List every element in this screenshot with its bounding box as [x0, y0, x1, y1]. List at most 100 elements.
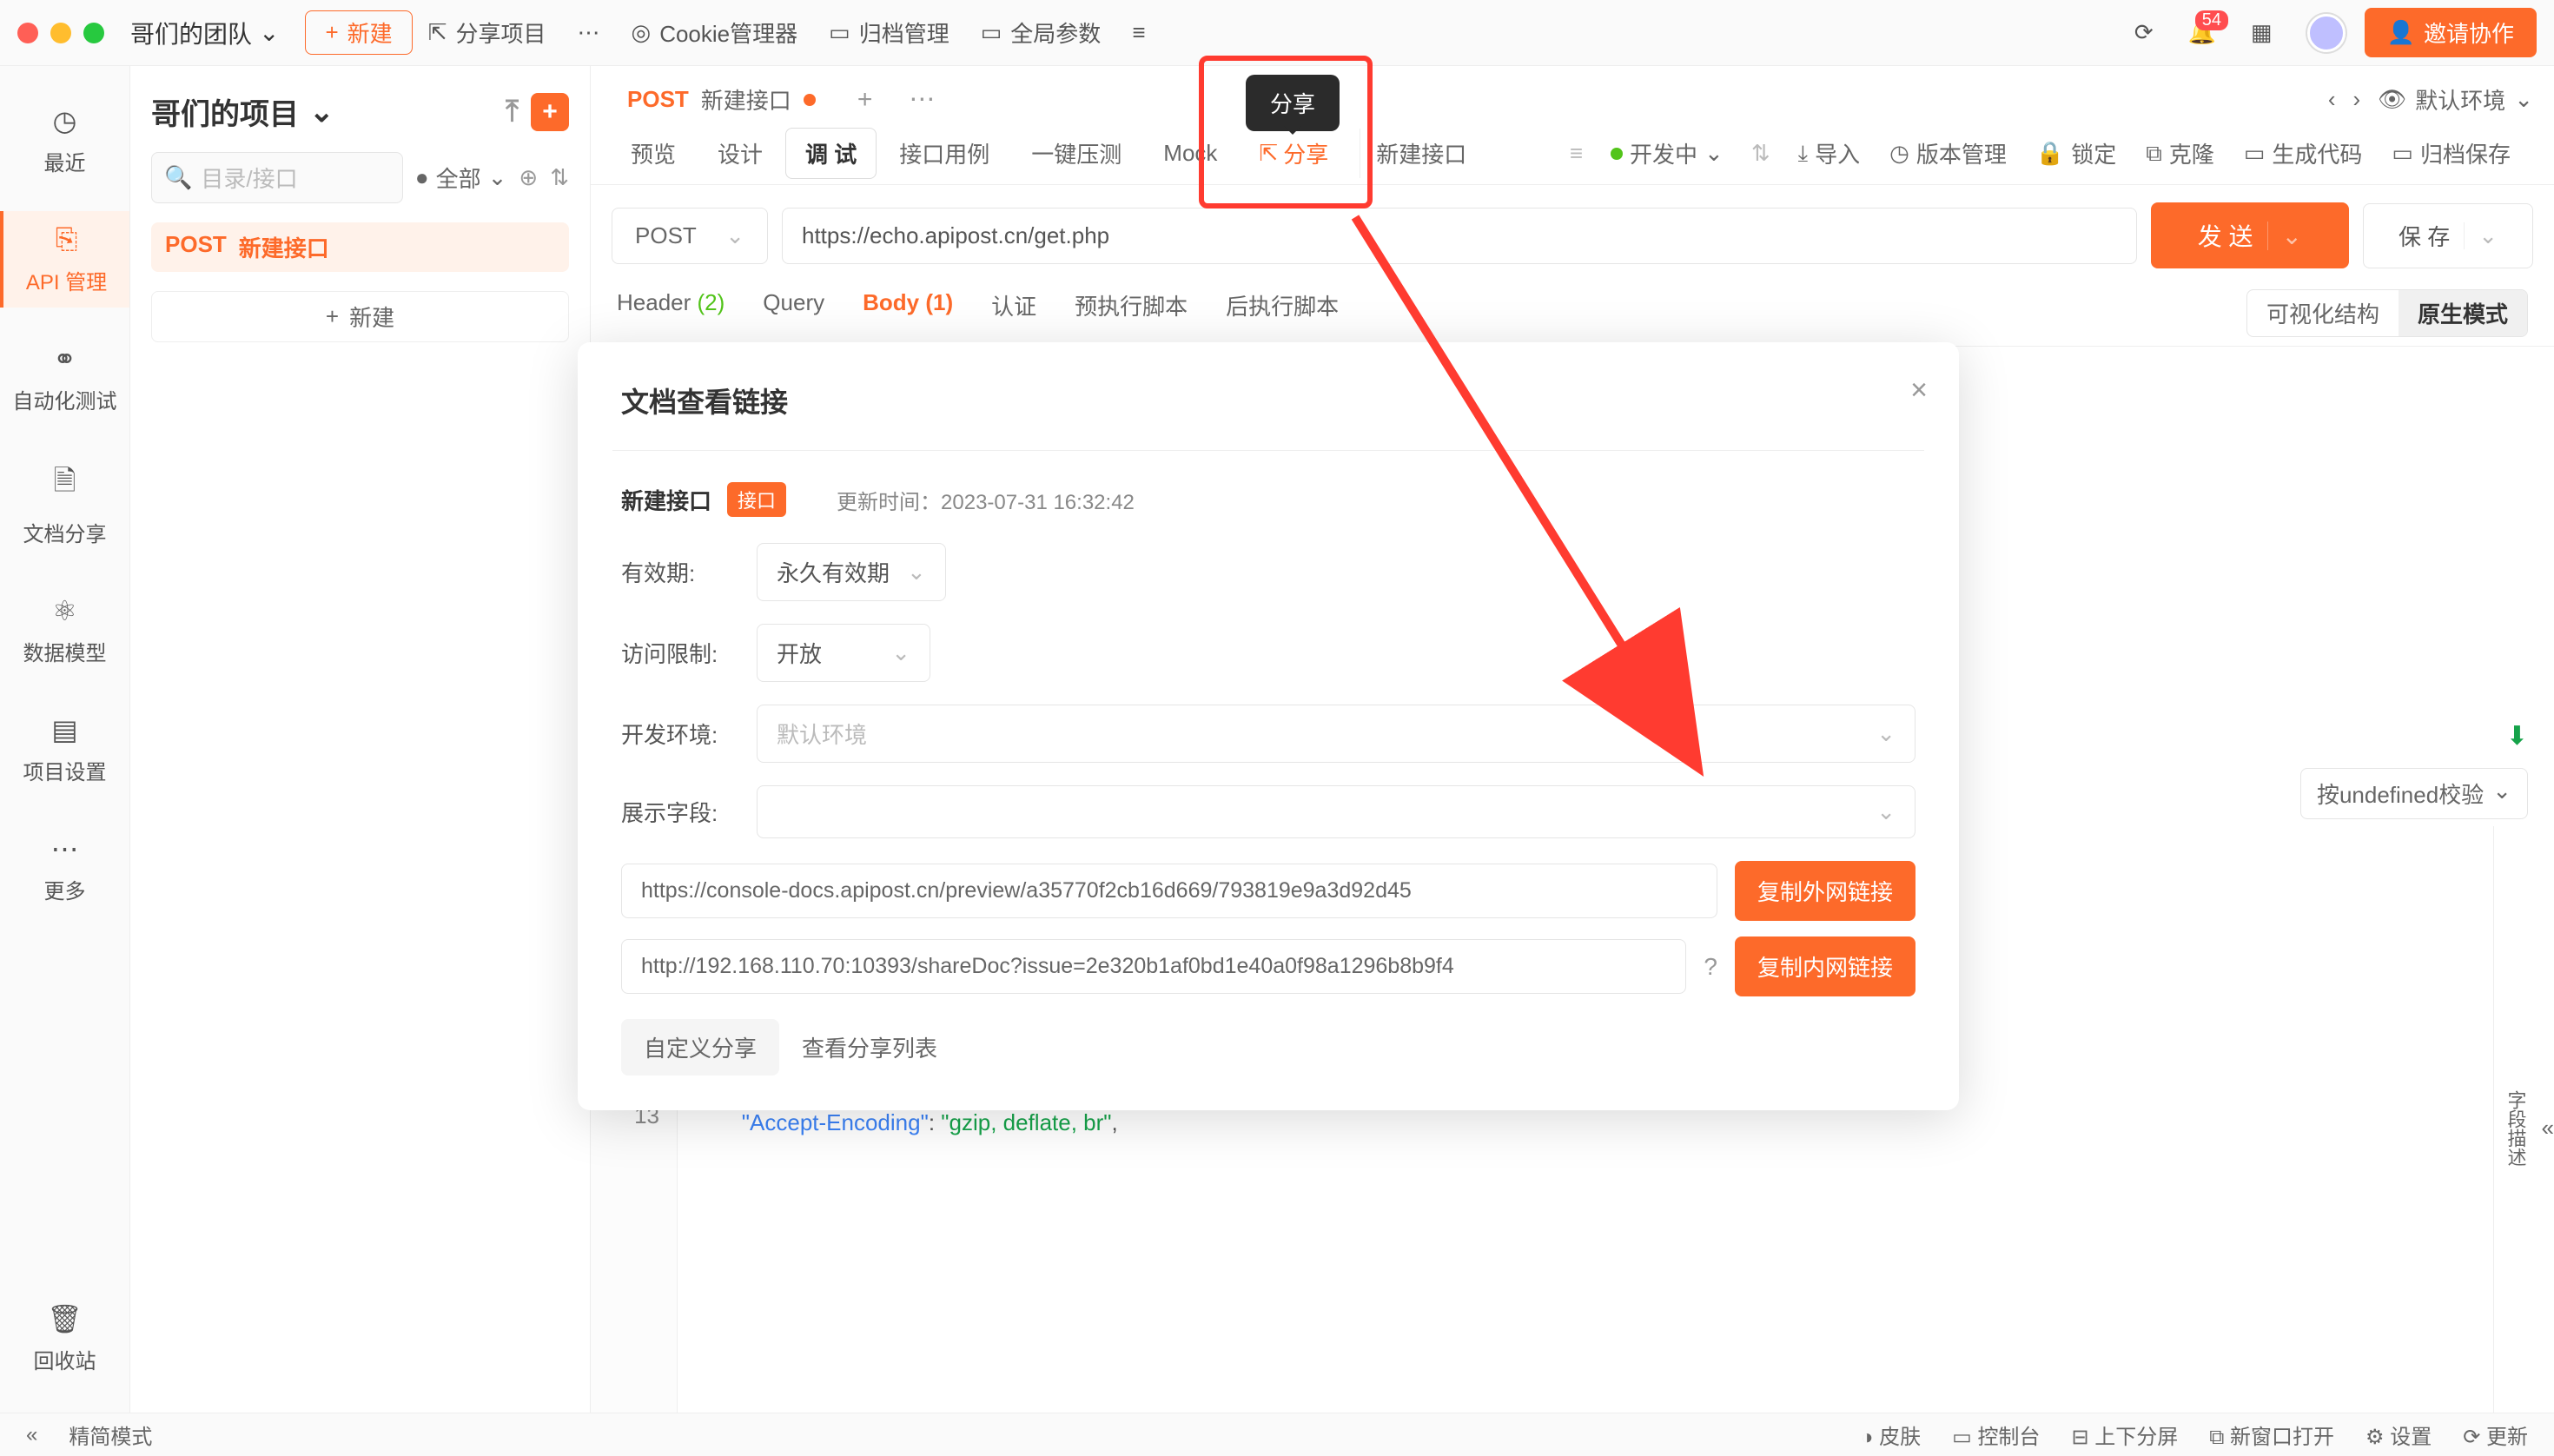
project-title[interactable]: 哥们的项目 [151, 90, 299, 133]
internal-url-input[interactable]: http://192.168.110.70:10393/shareDoc?iss… [621, 939, 1686, 994]
reqtab-header[interactable]: Header (2) [617, 289, 725, 337]
list-toggle-button[interactable]: ≡ [1116, 12, 1161, 53]
subtab-new-label: 新建接口 [1376, 137, 1466, 169]
plus-icon: + [326, 303, 339, 330]
notifications-button[interactable]: 🔔 54 [2188, 19, 2216, 46]
update-button[interactable]: ⟳ 更新 [2463, 1420, 2528, 1450]
sort-icon[interactable]: ⇅ [1751, 140, 1770, 167]
env-value: 默认环境 [777, 718, 867, 750]
save-button[interactable]: 保 存⌄ [2363, 203, 2533, 268]
env-dropdown[interactable]: 👁默认环境⌄ [2378, 83, 2533, 116]
new-window-button[interactable]: ⧉ 新窗口打开 [2209, 1420, 2334, 1450]
subtab-mock[interactable]: Mock [1144, 131, 1236, 175]
console-button[interactable]: ▭ 控制台 [1952, 1420, 2040, 1450]
archive-save-button[interactable]: ▭归档保存 [2390, 129, 2512, 178]
skin-button[interactable]: ◑ 皮肤 [1861, 1420, 1921, 1450]
copy-internal-button[interactable]: 复制内网链接 [1735, 936, 1916, 996]
grid-menu-button[interactable]: ▦ [2235, 12, 2288, 53]
version-button[interactable]: ◷版本管理 [1888, 129, 2008, 178]
reqtab-auth[interactable]: 认证 [991, 289, 1036, 337]
expire-select[interactable]: 永久有效期⌄ [757, 543, 946, 601]
chevron-down-icon: ⌄ [907, 559, 926, 586]
nav-automation[interactable]: ⚭自动化测试 [0, 330, 129, 427]
send-button[interactable]: 发 送⌄ [2151, 202, 2349, 268]
avatar[interactable] [2307, 14, 2346, 52]
nav-settings[interactable]: ▤项目设置 [0, 701, 129, 797]
share-project-button[interactable]: ⇱ 分享项目 [413, 10, 562, 56]
external-url-input[interactable]: https://console-docs.apipost.cn/preview/… [621, 864, 1717, 918]
chevron-down-icon[interactable]: ⌄ [309, 95, 334, 129]
subtab-cases[interactable]: 接口用例 [880, 129, 1009, 178]
modal-close-button[interactable]: × [1910, 374, 1928, 407]
upload-icon[interactable]: ⤒ [506, 95, 519, 129]
view-share-list-button[interactable]: 查看分享列表 [797, 1019, 943, 1075]
download-icon[interactable]: ⬇ [2506, 721, 2528, 751]
validate-label: 按undefined校验 [2317, 778, 2484, 810]
tab-nav-prev[interactable]: ‹ [2328, 86, 2336, 113]
subtab-preview[interactable]: 预览 [612, 129, 695, 178]
tree-new-button[interactable]: +新建 [151, 291, 569, 342]
archive-button[interactable]: ▭归档管理 [813, 10, 965, 56]
field-desc-strip[interactable]: « 字段描述 [2493, 826, 2554, 1413]
collapse-left-icon[interactable]: « [26, 1423, 37, 1447]
tab-more[interactable]: ⋯ [898, 84, 945, 115]
chevron-down-icon: ⌄ [2464, 222, 2498, 249]
align-icon[interactable]: ≡ [1570, 140, 1583, 167]
lock-button[interactable]: 🔒锁定 [2035, 129, 2118, 178]
split-button[interactable]: ⊟ 上下分屏 [2071, 1420, 2178, 1450]
nav-api[interactable]: ⎘API 管理 [0, 211, 129, 308]
close-window-icon[interactable] [17, 23, 38, 43]
nav-more[interactable]: ⋯更多 [0, 820, 129, 917]
nav-models[interactable]: ⚛数据模型 [0, 582, 129, 678]
mode-label[interactable]: 精简模式 [69, 1420, 152, 1450]
clone-button[interactable]: ⧉克隆 [2144, 129, 2216, 178]
globals-button[interactable]: ▭全局参数 [965, 10, 1117, 56]
view-visual[interactable]: 可视化结构 [2247, 290, 2399, 336]
nav-trash[interactable]: 🗑回收站 [0, 1290, 129, 1387]
filter-all[interactable]: ●全部⌄ [415, 162, 507, 194]
target-icon[interactable]: ⊕ [519, 164, 538, 191]
validate-dropdown[interactable]: 按undefined校验⌄ [2300, 768, 2528, 819]
new-button[interactable]: + 新建 [305, 10, 412, 55]
settings-button[interactable]: ⚙ 设置 [2365, 1420, 2432, 1450]
search-input[interactable]: 🔍目录/接口 [151, 152, 403, 203]
codegen-button[interactable]: ▭生成代码 [2242, 129, 2365, 178]
maximize-window-icon[interactable] [83, 23, 104, 43]
invite-button[interactable]: 👤邀请协作 [2365, 8, 2537, 57]
env-select[interactable]: 默认环境⌄ [757, 705, 1916, 763]
subtab-stress[interactable]: 一键压测 [1012, 129, 1141, 178]
view-raw[interactable]: 原生模式 [2399, 290, 2527, 336]
status-dropdown[interactable]: 开发中⌄ [1609, 129, 1725, 178]
access-select[interactable]: 开放⌄ [757, 624, 930, 682]
modal-title: 文档查看链接 [621, 381, 1916, 420]
sync-button[interactable]: ⟳ [2119, 12, 2169, 53]
url-input[interactable]: https://echo.apipost.cn/get.php [782, 208, 2137, 264]
custom-share-button[interactable]: 自定义分享 [621, 1019, 779, 1075]
chevron-down-icon: ⌄ [1704, 140, 1724, 167]
subtab-new-interface[interactable]: 新建接口 [1360, 129, 1482, 178]
method-select[interactable]: POST⌄ [612, 208, 768, 264]
minimize-window-icon[interactable] [50, 23, 71, 43]
nav-docs[interactable]: 🗎文档分享 [0, 449, 129, 559]
reqtab-body[interactable]: Body (1) [863, 289, 953, 337]
download-icon: ⤓ [1798, 140, 1809, 168]
import-button[interactable]: ⤓导入 [1796, 129, 1863, 178]
subtab-design[interactable]: 设计 [698, 129, 782, 178]
reqtab-pre[interactable]: 预执行脚本 [1075, 289, 1188, 337]
copy-external-button[interactable]: 复制外网链接 [1735, 861, 1916, 921]
reqtab-post[interactable]: 后执行脚本 [1226, 289, 1339, 337]
tab-add[interactable]: + [847, 85, 883, 115]
cookie-manager-button[interactable]: ◎Cookie管理器 [616, 10, 814, 56]
add-button[interactable]: + [531, 93, 569, 131]
sort-icon[interactable]: ⇅ [550, 164, 569, 191]
tree-item-api[interactable]: POST 新建接口 [151, 222, 569, 272]
fields-select[interactable]: ⌄ [757, 785, 1916, 838]
nav-recent[interactable]: ◷最近 [0, 92, 129, 189]
tab-nav-next[interactable]: › [2353, 86, 2361, 113]
team-dropdown[interactable]: 哥们的团队 ⌄ [130, 16, 279, 50]
more-button[interactable]: ⋯ [562, 12, 616, 53]
reqtab-query[interactable]: Query [763, 289, 824, 337]
subtab-debug[interactable]: 调 试 [785, 128, 877, 179]
tab-api[interactable]: POST 新建接口 [612, 75, 831, 124]
help-icon[interactable]: ? [1704, 953, 1717, 981]
